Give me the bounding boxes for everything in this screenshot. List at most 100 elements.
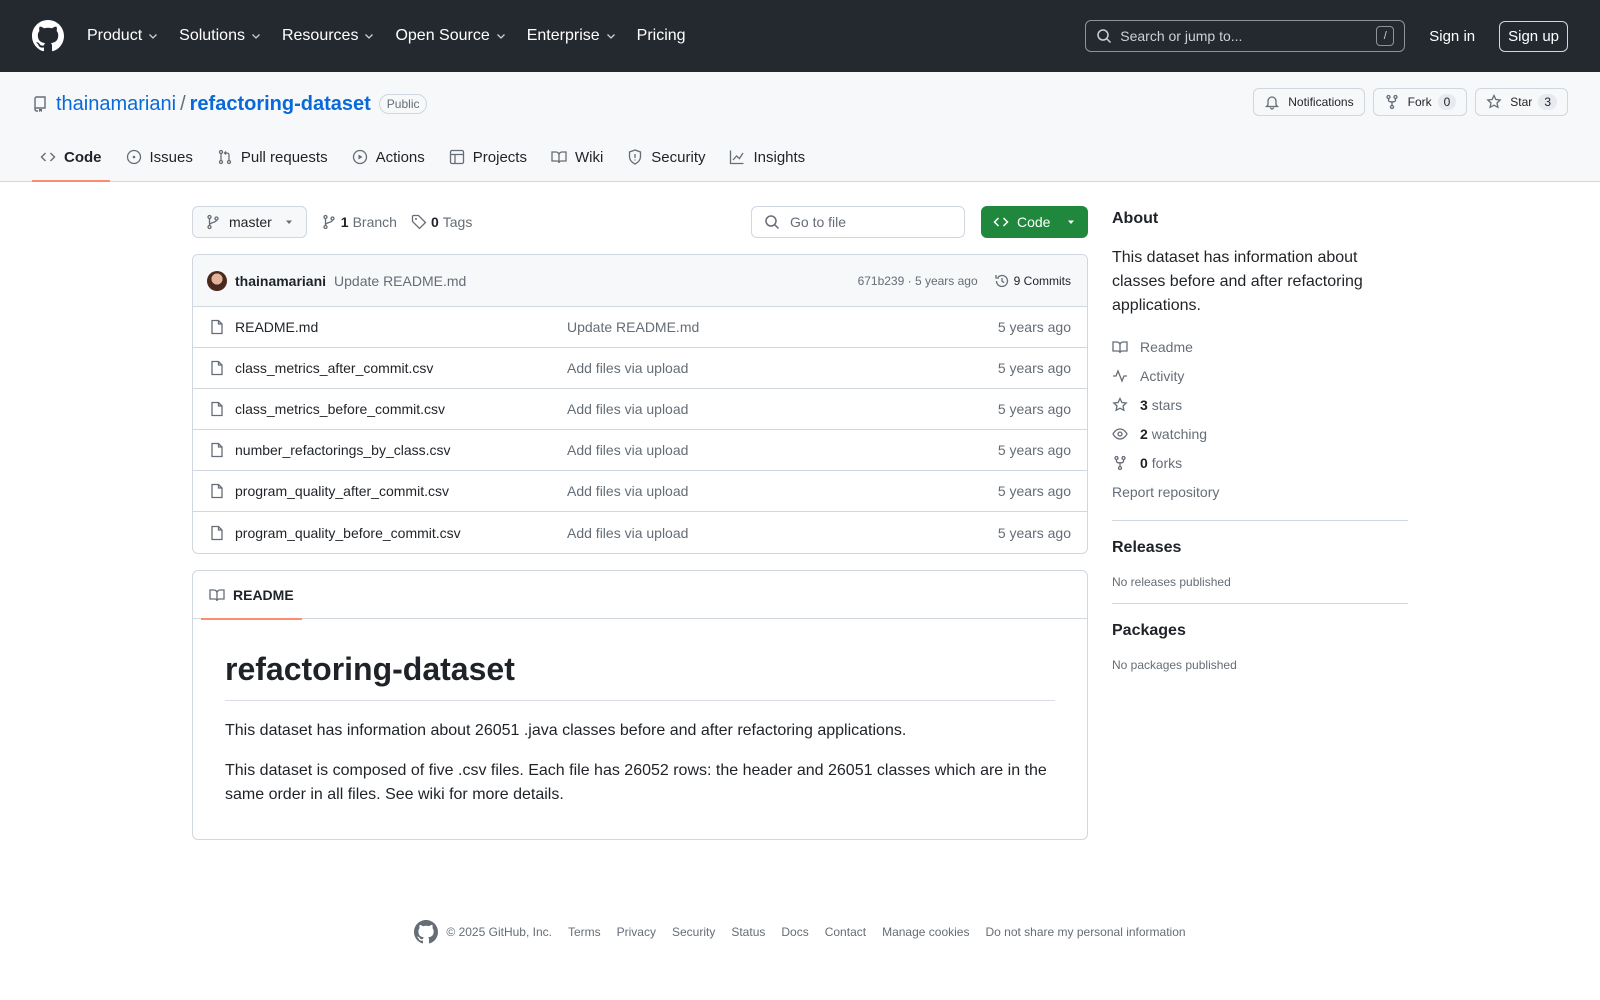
tab-pull-requests[interactable]: Pull requests [209,133,336,181]
releases-heading[interactable]: Releases [1112,539,1408,557]
nav-resources[interactable]: Resources [282,27,375,45]
star-count: 3 [1538,94,1557,110]
file-commit-message[interactable]: Add files via upload [567,360,998,376]
file-commit-message[interactable]: Add files via upload [567,442,998,458]
commits-link[interactable]: 9 Commits [994,273,1071,289]
watching-link[interactable]: 2 watching [1112,419,1408,448]
file-icon [211,525,223,540]
nav-enterprise[interactable]: Enterprise [527,27,617,45]
readme-title: refactoring-dataset [225,651,1055,701]
go-to-file-input[interactable]: Go to file [751,206,965,238]
nav-product[interactable]: Product [87,27,159,45]
nav-solutions[interactable]: Solutions [179,27,262,45]
notifications-button[interactable]: Notifications [1253,88,1365,116]
book-icon [209,588,225,601]
tab-code[interactable]: Code [32,133,110,182]
readme-panel: README refactoring-dataset This dataset … [192,570,1088,840]
forks-link[interactable]: 0 forks [1112,448,1408,477]
sign-in-link[interactable]: Sign in [1429,28,1475,45]
repo-name-link[interactable]: refactoring-dataset [190,93,371,116]
footer-link-do-not-share[interactable]: Do not share my personal information [985,925,1185,939]
tab-actions[interactable]: Actions [344,133,433,181]
footer-link-terms[interactable]: Terms [568,925,601,939]
sign-up-button[interactable]: Sign up [1499,20,1568,52]
file-name-link[interactable]: README.md [235,319,567,335]
activity-link[interactable]: Activity [1112,361,1408,390]
stars-count: 3 [1140,396,1148,413]
footer-link-manage-cookies[interactable]: Manage cookies [882,925,969,939]
tags-link[interactable]: 0 Tags [411,214,472,230]
file-name-link[interactable]: class_metrics_after_commit.csv [235,360,567,376]
readme-link[interactable]: Readme [1112,332,1408,361]
divider [1112,603,1408,604]
tag-label: Tags [442,214,473,230]
footer-link-status[interactable]: Status [731,925,765,939]
commit-message-link[interactable]: Update README.md [334,273,466,289]
releases-empty-text: No releases published [1112,575,1231,589]
search-icon [1097,29,1112,44]
tab-projects-label: Projects [472,148,527,166]
table-row[interactable]: program_quality_before_commit.csv Add fi… [193,512,1087,553]
nav-open-source-label: Open Source [395,27,490,44]
file-commit-message[interactable]: Update README.md [567,319,998,335]
file-name-link[interactable]: program_quality_after_commit.csv [235,483,567,499]
commit-author-link[interactable]: thainamariani [235,273,326,289]
search-placeholder: Search or jump to... [1120,28,1243,44]
repo-icon [34,96,46,112]
main-content: master 1 Branch 0 Tags Go to file Code t… [192,206,1088,840]
table-row[interactable]: class_metrics_before_commit.csv Add file… [193,389,1087,430]
tab-issues[interactable]: Issues [118,133,201,181]
star-button[interactable]: Star 3 [1475,88,1568,116]
file-name-link[interactable]: program_quality_before_commit.csv [235,525,567,541]
caret-down-icon [285,220,292,224]
footer-link-security[interactable]: Security [672,925,715,939]
file-commit-message[interactable]: Add files via upload [567,483,998,499]
footer-link-contact[interactable]: Contact [825,925,866,939]
footer-link-privacy[interactable]: Privacy [617,925,656,939]
stars-link[interactable]: 3 stars [1112,390,1408,419]
tab-insights[interactable]: Insights [721,133,813,181]
nav-pricing[interactable]: Pricing [637,27,686,45]
avatar[interactable] [207,270,227,291]
footer-link-docs[interactable]: Docs [781,925,808,939]
file-name-link[interactable]: number_refactorings_by_class.csv [235,442,567,458]
nav-pricing-label: Pricing [636,27,686,44]
github-logo-icon[interactable] [414,920,439,944]
repo-owner-link[interactable]: thainamariani [56,93,176,116]
footer-copyright: © 2025 GitHub, Inc. [446,925,552,939]
github-logo-icon[interactable] [32,20,64,52]
divider [1112,520,1408,521]
file-commit-message[interactable]: Add files via upload [567,401,998,417]
tab-wiki[interactable]: Wiki [543,133,611,181]
branches-link[interactable]: 1 Branch [321,214,397,230]
packages-heading[interactable]: Packages [1112,622,1408,640]
report-repository-link[interactable]: Report repository [1112,477,1408,506]
table-row[interactable]: number_refactorings_by_class.csv Add fil… [193,430,1087,471]
fork-button[interactable]: Fork 0 [1372,88,1468,116]
table-row[interactable]: program_quality_after_commit.csv Add fil… [193,471,1087,512]
tab-security[interactable]: Security [619,133,713,181]
commit-hash-time[interactable]: 671b239 · 5 years ago [858,274,978,288]
top-nav: Product Solutions Resources Open Source … [87,27,706,45]
tab-projects[interactable]: Projects [441,133,535,181]
watching-label: watching [1151,425,1208,442]
search-input[interactable]: Search or jump to... / [1085,20,1406,52]
file-commit-message[interactable]: Add files via upload [567,525,998,541]
fork-count: 0 [1437,94,1457,110]
stars-label: stars [1151,396,1183,413]
chevron-down-icon [149,34,158,39]
search-shortcut-key: / [1376,26,1395,46]
code-button-label: Code [1017,214,1051,230]
branch-selector[interactable]: master [192,206,307,238]
file-name-link[interactable]: class_metrics_before_commit.csv [235,401,567,417]
code-dropdown-button[interactable]: Code [981,206,1088,238]
readme-tab[interactable]: README [201,571,302,620]
nav-open-source[interactable]: Open Source [395,27,506,45]
file-commit-age: 5 years ago [997,360,1071,376]
table-row[interactable]: README.md Update README.md 5 years ago [193,307,1087,348]
about-description: This dataset has information about class… [1112,249,1363,314]
header-actions: Search or jump to... / Sign in Sign up [1085,20,1568,52]
repo-title: thainamariani / refactoring-dataset Publ… [32,90,428,118]
file-commit-age: 5 years ago [997,524,1071,541]
table-row[interactable]: class_metrics_after_commit.csv Add files… [193,348,1087,389]
